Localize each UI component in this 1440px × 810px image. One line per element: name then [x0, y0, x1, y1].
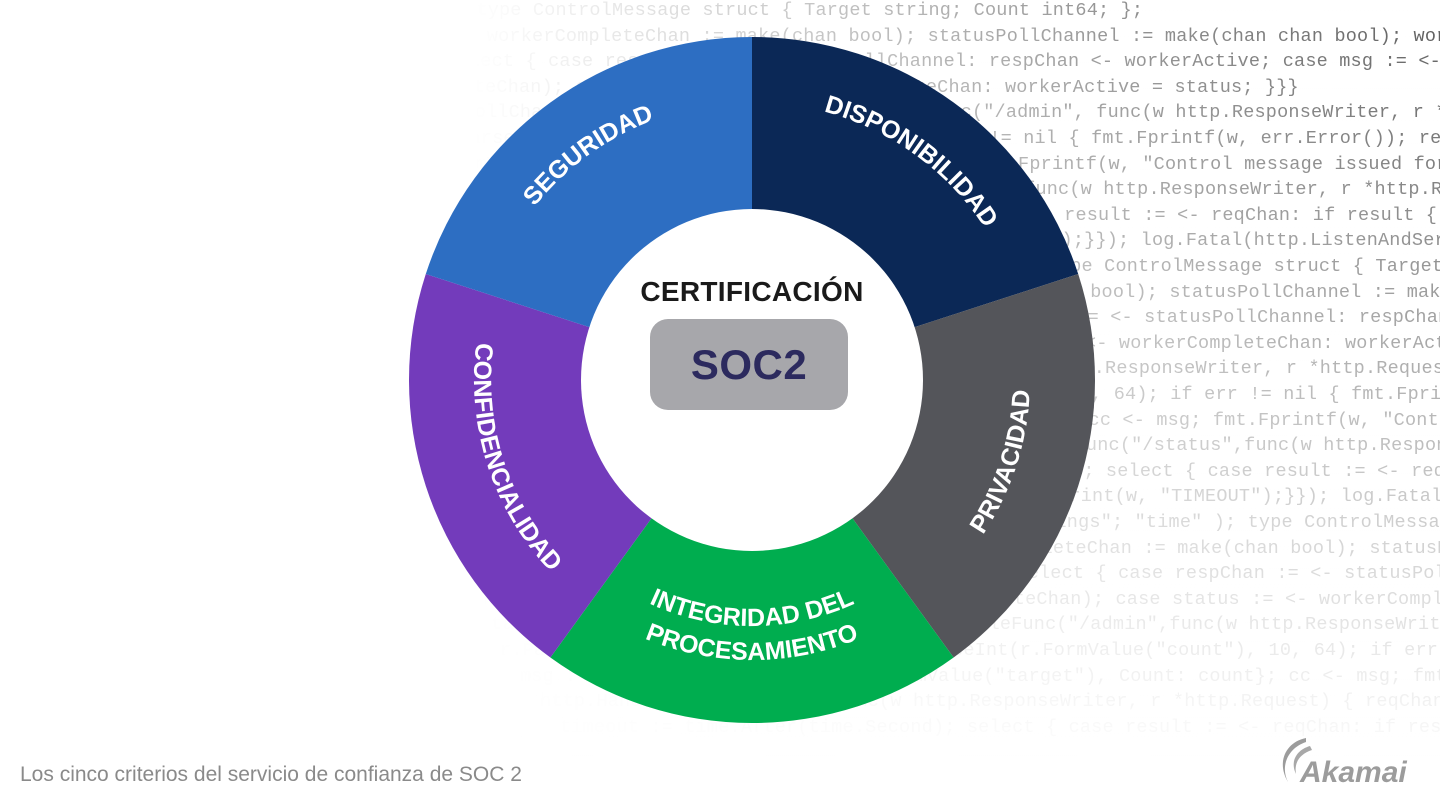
- akamai-wave-icon: Akamai: [1282, 738, 1407, 789]
- akamai-logo-text: Akamai: [1299, 756, 1407, 789]
- soc2-badge-label: SOC2: [690, 340, 808, 388]
- akamai-logo: Akamai: [1272, 732, 1432, 792]
- soc2-badge: SOC2: [650, 319, 848, 410]
- certification-title: CERTIFICACIÓN: [640, 276, 864, 307]
- figure-caption: Los cinco criterios del servicio de conf…: [20, 763, 522, 786]
